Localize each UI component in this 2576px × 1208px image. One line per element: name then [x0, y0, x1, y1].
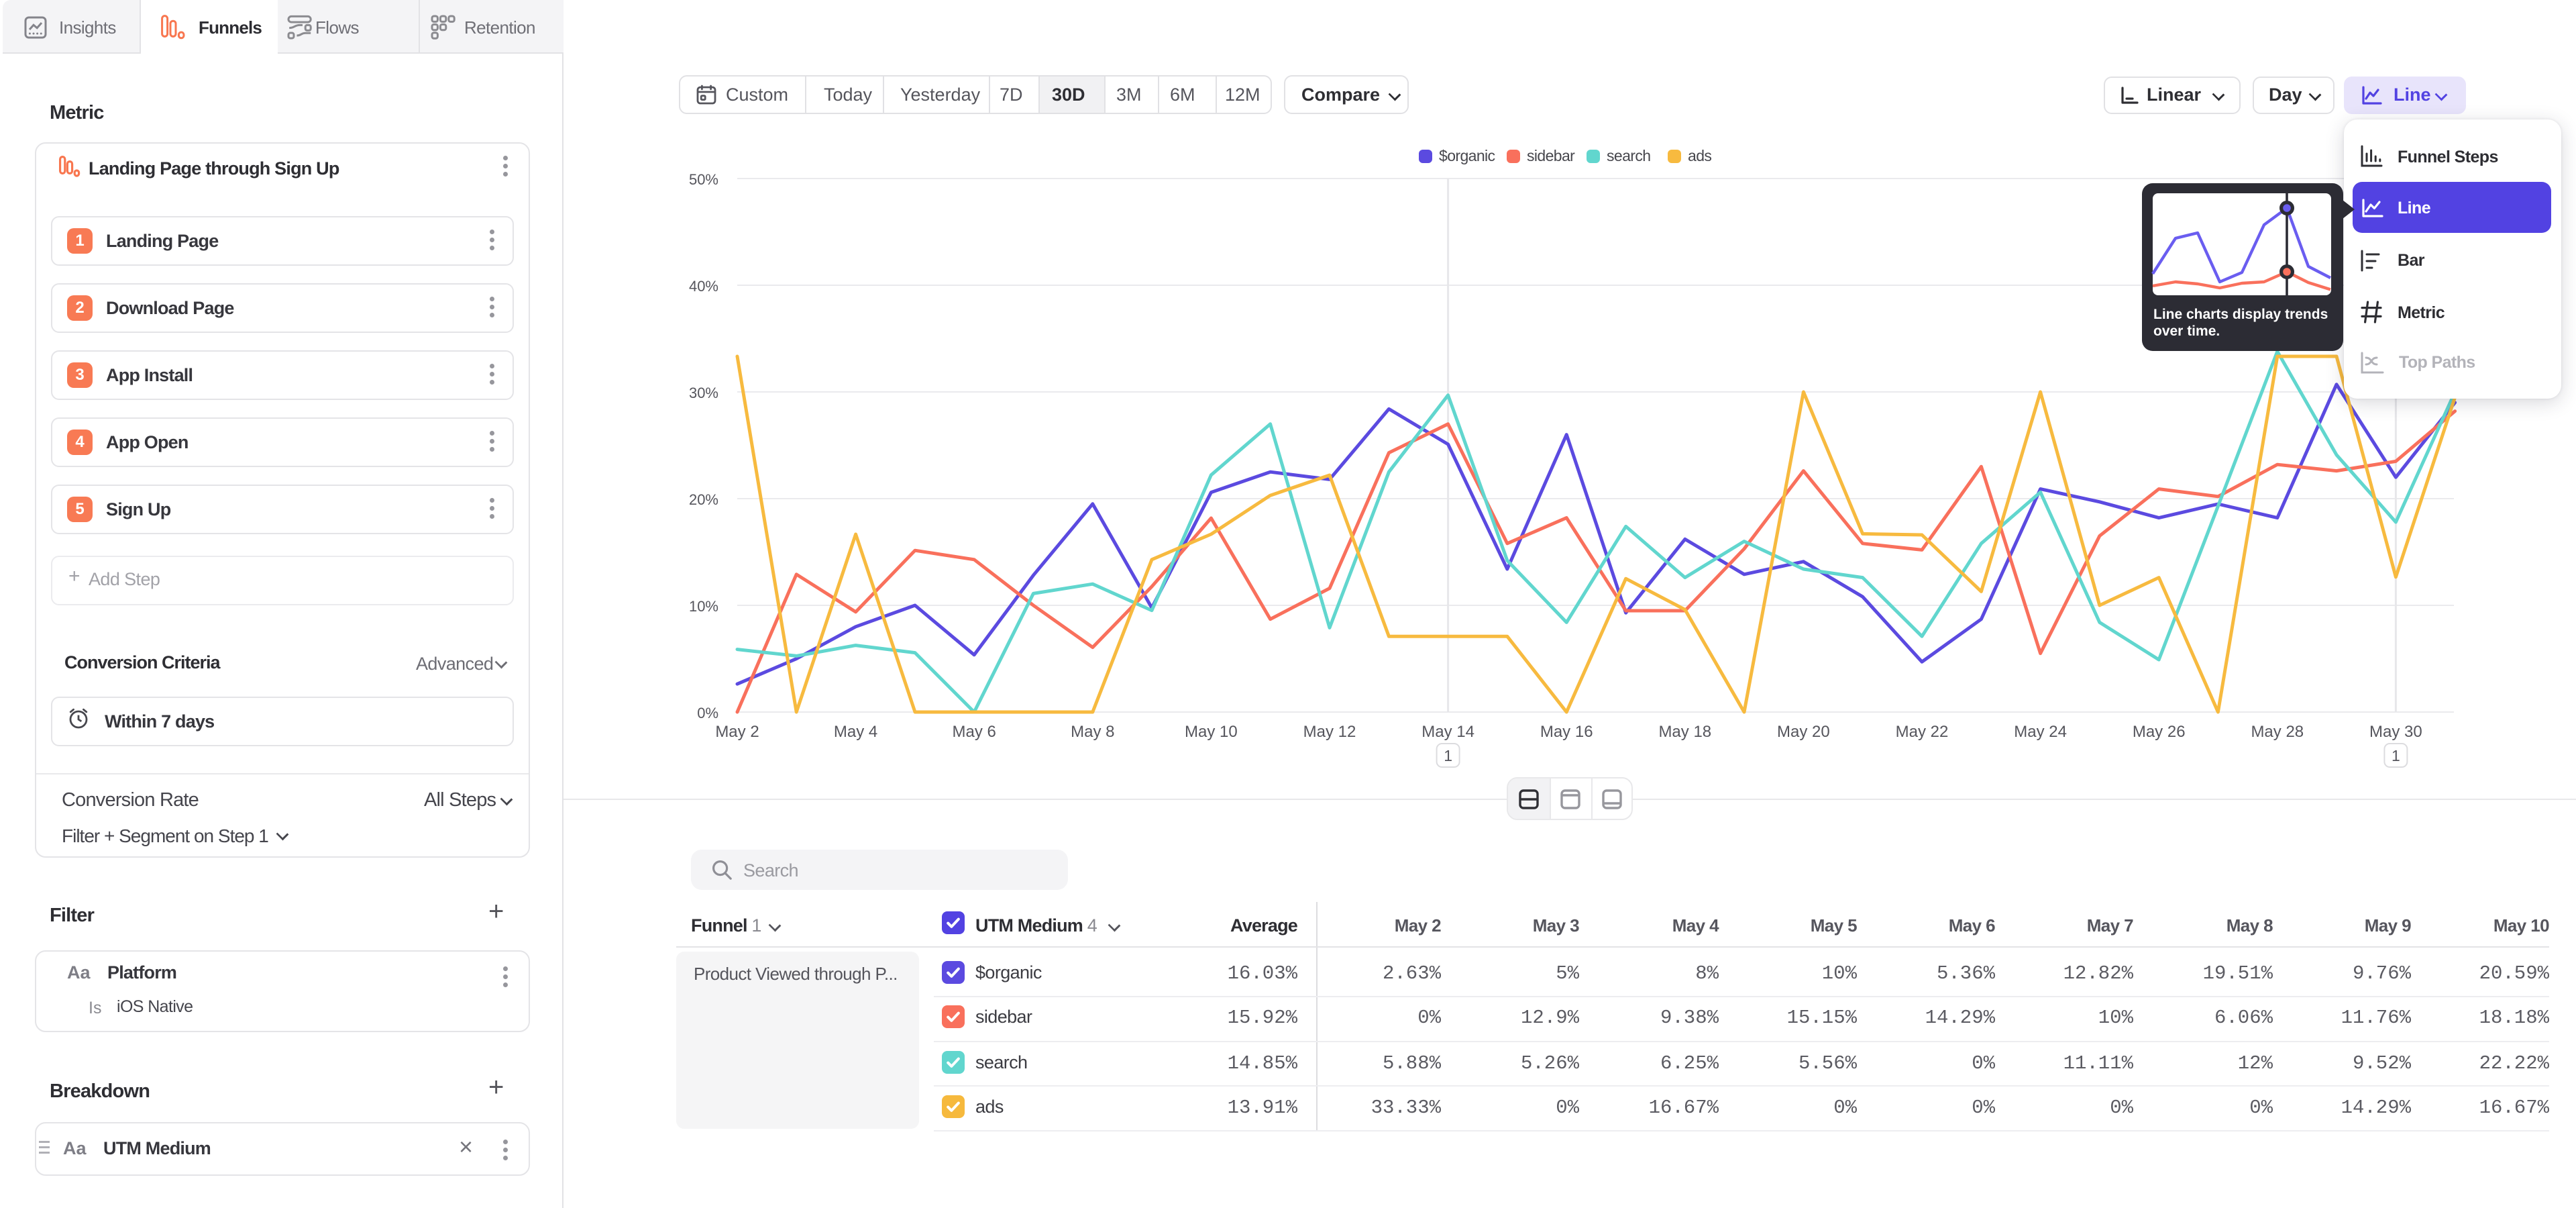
svg-text:May 24: May 24 [2014, 723, 2067, 741]
svg-text:May 10: May 10 [1185, 723, 1238, 741]
svg-text:May 8: May 8 [1071, 723, 1114, 741]
svg-text:0%: 0% [697, 705, 718, 721]
svg-text:May 20: May 20 [1777, 723, 1830, 741]
svg-text:May 16: May 16 [1540, 723, 1593, 741]
svg-text:1: 1 [1444, 747, 1452, 764]
svg-text:May 6: May 6 [953, 723, 996, 741]
svg-text:10%: 10% [689, 598, 718, 615]
svg-text:20%: 20% [689, 491, 718, 508]
svg-text:May 22: May 22 [1896, 723, 1949, 741]
svg-text:May 14: May 14 [1421, 723, 1474, 741]
svg-text:May 12: May 12 [1303, 723, 1356, 741]
svg-text:May 4: May 4 [834, 723, 877, 741]
svg-text:May 2: May 2 [715, 723, 759, 741]
svg-text:1: 1 [2392, 747, 2400, 764]
svg-text:May 30: May 30 [2369, 723, 2422, 741]
svg-text:May 18: May 18 [1658, 723, 1711, 741]
svg-text:May 26: May 26 [2133, 723, 2186, 741]
svg-text:May 28: May 28 [2251, 723, 2304, 741]
